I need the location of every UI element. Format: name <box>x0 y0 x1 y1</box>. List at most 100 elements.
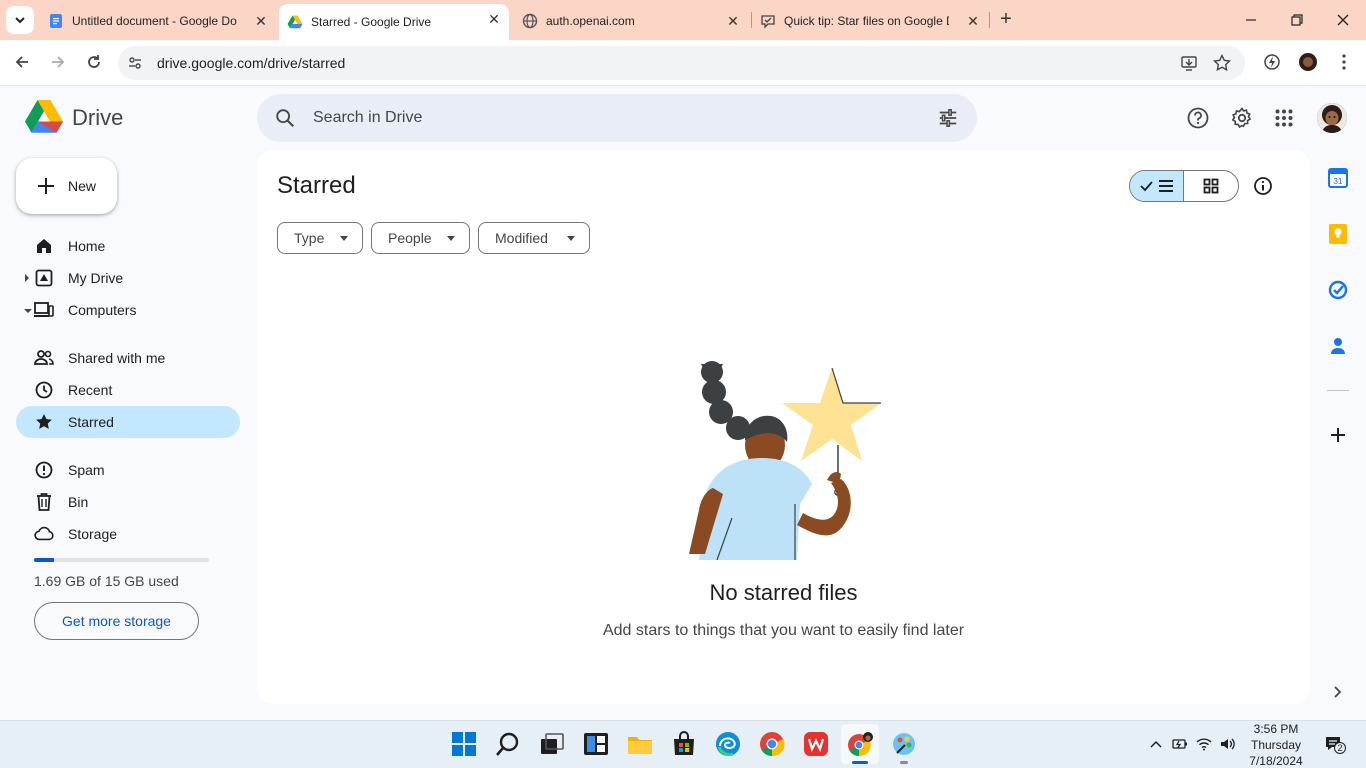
address-bar[interactable]: drive.google.com/drive/starred <box>118 46 1245 80</box>
minimize-icon[interactable] <box>1241 10 1261 30</box>
close-window-icon[interactable] <box>1333 10 1353 30</box>
cloud-icon <box>34 524 54 544</box>
notifications-icon[interactable]: 2 <box>1324 734 1346 754</box>
globe-icon <box>522 13 538 29</box>
tab-google-drive[interactable]: Starred - Google Drive ✕ <box>279 4 509 40</box>
bookmark-star-icon[interactable] <box>1213 54 1231 72</box>
help-icon[interactable] <box>1186 106 1210 130</box>
info-icon[interactable] <box>1253 176 1273 196</box>
chrome-profile-icon[interactable] <box>847 731 873 757</box>
filter-type-chip[interactable]: Type <box>277 222 363 254</box>
settings-gear-icon[interactable] <box>1230 106 1254 130</box>
tip-icon <box>761 15 775 29</box>
url-text[interactable]: drive.google.com/drive/starred <box>157 55 345 71</box>
install-app-icon[interactable] <box>1180 54 1198 72</box>
page-title: Starred <box>277 172 356 199</box>
tab-separator <box>989 12 990 28</box>
chip-label: People <box>388 230 432 246</box>
sidebar-item-label: Bin <box>68 494 89 510</box>
sidebar-item-computers[interactable]: Computers <box>16 294 240 326</box>
task-view-icon[interactable] <box>539 731 565 757</box>
sidebar-item-starred[interactable]: Starred <box>16 406 240 438</box>
new-button[interactable]: New <box>16 158 117 214</box>
caret-right-icon[interactable] <box>24 274 30 282</box>
drive-logo-icon[interactable] <box>25 100 63 134</box>
grid-view-button[interactable] <box>1184 171 1238 201</box>
widgets-icon[interactable] <box>583 731 609 757</box>
filter-modified-chip[interactable]: Modified <box>478 222 590 254</box>
paint-app-icon[interactable] <box>891 731 917 757</box>
list-view-button[interactable] <box>1130 171 1185 201</box>
tab-search-button[interactable] <box>6 6 34 34</box>
more-menu-icon[interactable] <box>1334 52 1354 72</box>
microsoft-store-icon[interactable] <box>671 731 697 757</box>
back-arrow-icon[interactable] <box>12 52 32 72</box>
filter-people-chip[interactable]: People <box>371 222 470 254</box>
sidebar-item-label: Computers <box>68 302 137 318</box>
storage-usage-fill <box>34 558 54 562</box>
close-tab-icon[interactable]: ✕ <box>254 13 268 29</box>
keep-app-icon[interactable] <box>1328 224 1348 244</box>
reload-icon[interactable] <box>84 52 104 72</box>
search-input[interactable]: Search in Drive <box>313 109 422 127</box>
computers-icon <box>34 300 54 320</box>
show-hidden-icons-chevron-icon[interactable] <box>1148 736 1164 752</box>
dropdown-arrow-icon <box>447 236 455 241</box>
sidebar-item-label: Recent <box>68 382 113 398</box>
people-icon <box>34 348 54 368</box>
chevron-down-icon <box>15 17 25 24</box>
volume-icon[interactable] <box>1220 736 1236 752</box>
caret-down-icon[interactable] <box>24 308 32 314</box>
close-tab-icon[interactable]: ✕ <box>487 11 501 27</box>
tab-title: auth.openai.com <box>546 14 635 28</box>
wps-office-icon[interactable] <box>803 731 829 757</box>
add-app-plus-icon[interactable] <box>1328 425 1348 445</box>
sidebar-item-my-drive[interactable]: My Drive <box>16 262 240 294</box>
profile-avatar-small[interactable] <box>1298 52 1318 72</box>
apps-grid-icon[interactable] <box>1272 106 1296 130</box>
sidebar-item-spam[interactable]: Spam <box>16 454 240 486</box>
active-app-indicator <box>852 761 868 764</box>
search-icon[interactable] <box>274 107 296 129</box>
sidebar-item-home[interactable]: Home <box>16 230 240 262</box>
close-tab-icon[interactable]: ✕ <box>966 13 980 29</box>
tab-openai-auth[interactable]: auth.openai.com ✕ <box>518 6 748 36</box>
browser-tab-strip: Untitled document - Google Docs ✕ Starre… <box>0 0 1366 40</box>
search-options-icon[interactable] <box>937 107 959 129</box>
wifi-icon[interactable] <box>1196 736 1212 752</box>
sidebar-item-bin[interactable]: Bin <box>16 486 240 518</box>
sidebar-item-recent[interactable]: Recent <box>16 374 240 406</box>
tab-quick-tip[interactable]: Quick tip: Star files on Google Drive ✕ <box>756 6 988 36</box>
google-docs-icon <box>50 14 62 28</box>
search-bar[interactable]: Search in Drive <box>257 94 977 142</box>
performance-icon[interactable] <box>1262 52 1282 72</box>
close-tab-icon[interactable]: ✕ <box>726 13 740 29</box>
forward-arrow-icon[interactable] <box>48 52 68 72</box>
calendar-app-icon[interactable]: 31 <box>1328 168 1348 188</box>
empty-state-illustration <box>689 361 881 560</box>
search-taskbar-icon[interactable] <box>495 731 521 757</box>
restore-icon[interactable] <box>1287 10 1307 30</box>
expand-panel-chevron-icon[interactable] <box>1328 682 1348 702</box>
file-explorer-icon[interactable] <box>627 731 653 757</box>
svg-text:31: 31 <box>1334 177 1343 186</box>
contacts-app-icon[interactable] <box>1328 336 1348 356</box>
clock-time: 3:56 PM <box>1253 722 1299 736</box>
tasks-app-icon[interactable] <box>1328 280 1348 300</box>
account-avatar[interactable] <box>1317 103 1347 133</box>
sidebar-item-shared-with-me[interactable]: Shared with me <box>16 342 240 374</box>
sidebar-item-storage[interactable]: Storage <box>16 518 240 550</box>
site-info-icon[interactable] <box>126 54 144 72</box>
tab-google-docs[interactable]: Untitled document - Google Docs ✕ <box>44 6 276 36</box>
windows-start-icon[interactable] <box>451 731 477 757</box>
chrome-icon[interactable] <box>759 731 785 757</box>
trash-icon <box>34 492 54 512</box>
new-tab-icon[interactable]: + <box>996 9 1016 30</box>
app-name[interactable]: Drive <box>72 105 123 131</box>
edge-browser-icon[interactable] <box>715 731 741 757</box>
view-toggle <box>1129 170 1239 202</box>
battery-charging-icon[interactable] <box>1172 736 1188 752</box>
taskbar-clock[interactable]: 3:56 PM Thursday 7/18/2024 <box>1240 721 1312 768</box>
get-more-storage-button[interactable]: Get more storage <box>34 602 199 640</box>
new-button-label: New <box>68 178 97 194</box>
